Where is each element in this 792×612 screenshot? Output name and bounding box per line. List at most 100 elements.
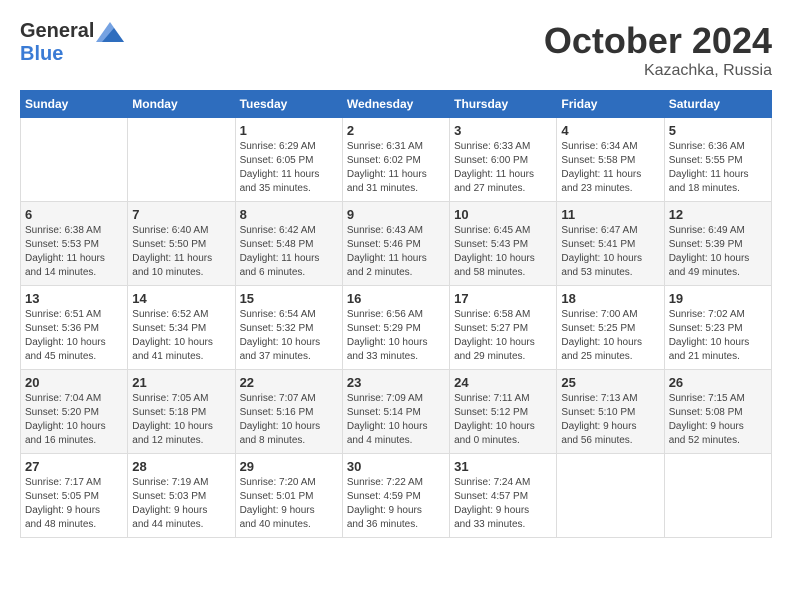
day-number: 21 bbox=[132, 375, 230, 390]
day-info: Sunrise: 7:00 AM Sunset: 5:25 PM Dayligh… bbox=[561, 308, 659, 364]
month-heading: October 2024 bbox=[544, 20, 772, 62]
calendar-week-row: 6 Sunrise: 6:38 AM Sunset: 5:53 PM Daylig… bbox=[21, 202, 772, 286]
weekday-header-row: SundayMondayTuesdayWednesdayThursdayFrid… bbox=[21, 91, 772, 118]
day-number: 7 bbox=[132, 207, 230, 222]
day-info: Sunrise: 7:22 AM Sunset: 4:59 PM Dayligh… bbox=[347, 476, 445, 532]
calendar-cell: 4 Sunrise: 6:34 AM Sunset: 5:58 PM Daylig… bbox=[557, 118, 664, 202]
day-number: 13 bbox=[25, 291, 123, 306]
calendar-week-row: 1Sunrise: 6:29 AM Sunset: 6:05 PM Daylig… bbox=[21, 118, 772, 202]
calendar-cell: 8 Sunrise: 6:42 AM Sunset: 5:48 PM Daylig… bbox=[235, 202, 342, 286]
day-number: 10 bbox=[454, 207, 552, 222]
calendar-cell: 12 Sunrise: 6:49 AM Sunset: 5:39 PM Dayli… bbox=[664, 202, 771, 286]
calendar-week-row: 27 Sunrise: 7:17 AM Sunset: 5:05 PM Dayli… bbox=[21, 454, 772, 538]
day-info: Sunrise: 6:52 AM Sunset: 5:34 PM Dayligh… bbox=[132, 308, 230, 364]
calendar-cell: 28 Sunrise: 7:19 AM Sunset: 5:03 PM Dayli… bbox=[128, 454, 235, 538]
day-info: Sunrise: 7:13 AM Sunset: 5:10 PM Dayligh… bbox=[561, 392, 659, 448]
weekday-header-tuesday: Tuesday bbox=[235, 91, 342, 118]
calendar-cell bbox=[128, 118, 235, 202]
calendar-cell: 24 Sunrise: 7:11 AM Sunset: 5:12 PM Dayli… bbox=[450, 370, 557, 454]
calendar-cell: 18 Sunrise: 7:00 AM Sunset: 5:25 PM Dayli… bbox=[557, 286, 664, 370]
calendar-cell: 19 Sunrise: 7:02 AM Sunset: 5:23 PM Dayli… bbox=[664, 286, 771, 370]
calendar-cell: 16 Sunrise: 6:56 AM Sunset: 5:29 PM Dayli… bbox=[342, 286, 449, 370]
weekday-header-wednesday: Wednesday bbox=[342, 91, 449, 118]
header: General Blue October 2024 Kazachka, Russ… bbox=[20, 20, 772, 80]
location-heading: Kazachka, Russia bbox=[544, 62, 772, 80]
day-info: Sunrise: 6:47 AM Sunset: 5:41 PM Dayligh… bbox=[561, 224, 659, 280]
day-info: Sunrise: 6:36 AM Sunset: 5:55 PM Dayligh… bbox=[669, 140, 767, 196]
calendar-cell: 5 Sunrise: 6:36 AM Sunset: 5:55 PM Daylig… bbox=[664, 118, 771, 202]
day-info: Sunrise: 6:58 AM Sunset: 5:27 PM Dayligh… bbox=[454, 308, 552, 364]
day-number: 18 bbox=[561, 291, 659, 306]
day-number: 5 bbox=[669, 123, 767, 138]
calendar-cell: 14Sunrise: 6:52 AM Sunset: 5:34 PM Dayli… bbox=[128, 286, 235, 370]
calendar-cell: 15 Sunrise: 6:54 AM Sunset: 5:32 PM Dayli… bbox=[235, 286, 342, 370]
day-info: Sunrise: 6:54 AM Sunset: 5:32 PM Dayligh… bbox=[240, 308, 338, 364]
day-info: Sunrise: 7:17 AM Sunset: 5:05 PM Dayligh… bbox=[25, 476, 123, 532]
calendar-cell: 17 Sunrise: 6:58 AM Sunset: 5:27 PM Dayli… bbox=[450, 286, 557, 370]
day-info: Sunrise: 6:51 AM Sunset: 5:36 PM Dayligh… bbox=[25, 308, 123, 364]
calendar-cell: 11 Sunrise: 6:47 AM Sunset: 5:41 PM Dayli… bbox=[557, 202, 664, 286]
day-info: Sunrise: 7:02 AM Sunset: 5:23 PM Dayligh… bbox=[669, 308, 767, 364]
day-info: Sunrise: 6:33 AM Sunset: 6:00 PM Dayligh… bbox=[454, 140, 552, 196]
day-number: 11 bbox=[561, 207, 659, 222]
day-number: 19 bbox=[669, 291, 767, 306]
calendar-cell: 6 Sunrise: 6:38 AM Sunset: 5:53 PM Daylig… bbox=[21, 202, 128, 286]
calendar-week-row: 13 Sunrise: 6:51 AM Sunset: 5:36 PM Dayli… bbox=[21, 286, 772, 370]
day-number: 15 bbox=[240, 291, 338, 306]
calendar-cell: 13 Sunrise: 6:51 AM Sunset: 5:36 PM Dayli… bbox=[21, 286, 128, 370]
day-info: Sunrise: 7:20 AM Sunset: 5:01 PM Dayligh… bbox=[240, 476, 338, 532]
calendar-cell bbox=[664, 454, 771, 538]
day-number: 26 bbox=[669, 375, 767, 390]
calendar-cell: 3 Sunrise: 6:33 AM Sunset: 6:00 PM Daylig… bbox=[450, 118, 557, 202]
calendar-cell: 30Sunrise: 7:22 AM Sunset: 4:59 PM Dayli… bbox=[342, 454, 449, 538]
month-title: October 2024 Kazachka, Russia bbox=[544, 20, 772, 80]
day-number: 12 bbox=[669, 207, 767, 222]
calendar-cell bbox=[21, 118, 128, 202]
day-info: Sunrise: 7:05 AM Sunset: 5:18 PM Dayligh… bbox=[132, 392, 230, 448]
logo-general-text: General bbox=[20, 20, 94, 43]
day-number: 3 bbox=[454, 123, 552, 138]
logo-blue-text: Blue bbox=[20, 43, 63, 66]
day-info: Sunrise: 7:15 AM Sunset: 5:08 PM Dayligh… bbox=[669, 392, 767, 448]
calendar-cell: 7Sunrise: 6:40 AM Sunset: 5:50 PM Daylig… bbox=[128, 202, 235, 286]
day-info: Sunrise: 7:09 AM Sunset: 5:14 PM Dayligh… bbox=[347, 392, 445, 448]
calendar-table: SundayMondayTuesdayWednesdayThursdayFrid… bbox=[20, 90, 772, 538]
day-info: Sunrise: 6:49 AM Sunset: 5:39 PM Dayligh… bbox=[669, 224, 767, 280]
day-number: 24 bbox=[454, 375, 552, 390]
day-number: 8 bbox=[240, 207, 338, 222]
calendar-cell: 21 Sunrise: 7:05 AM Sunset: 5:18 PM Dayli… bbox=[128, 370, 235, 454]
day-number: 22 bbox=[240, 375, 338, 390]
day-number: 4 bbox=[561, 123, 659, 138]
day-info: Sunrise: 6:56 AM Sunset: 5:29 PM Dayligh… bbox=[347, 308, 445, 364]
day-info: Sunrise: 7:07 AM Sunset: 5:16 PM Dayligh… bbox=[240, 392, 338, 448]
day-info: Sunrise: 7:19 AM Sunset: 5:03 PM Dayligh… bbox=[132, 476, 230, 532]
day-number: 28 bbox=[132, 459, 230, 474]
calendar-cell: 27 Sunrise: 7:17 AM Sunset: 5:05 PM Dayli… bbox=[21, 454, 128, 538]
day-number: 27 bbox=[25, 459, 123, 474]
calendar-cell: 22 Sunrise: 7:07 AM Sunset: 5:16 PM Dayli… bbox=[235, 370, 342, 454]
day-info: Sunrise: 6:29 AM Sunset: 6:05 PM Dayligh… bbox=[240, 140, 338, 196]
day-info: Sunrise: 6:42 AM Sunset: 5:48 PM Dayligh… bbox=[240, 224, 338, 280]
day-info: Sunrise: 7:04 AM Sunset: 5:20 PM Dayligh… bbox=[25, 392, 123, 448]
logo: General Blue bbox=[20, 20, 124, 66]
day-number: 6 bbox=[25, 207, 123, 222]
day-info: Sunrise: 6:38 AM Sunset: 5:53 PM Dayligh… bbox=[25, 224, 123, 280]
weekday-header-sunday: Sunday bbox=[21, 91, 128, 118]
day-number: 29 bbox=[240, 459, 338, 474]
day-info: Sunrise: 7:24 AM Sunset: 4:57 PM Dayligh… bbox=[454, 476, 552, 532]
weekday-header-saturday: Saturday bbox=[664, 91, 771, 118]
day-number: 2 bbox=[347, 123, 445, 138]
calendar-cell: 26 Sunrise: 7:15 AM Sunset: 5:08 PM Dayli… bbox=[664, 370, 771, 454]
day-info: Sunrise: 7:11 AM Sunset: 5:12 PM Dayligh… bbox=[454, 392, 552, 448]
calendar-cell: 25 Sunrise: 7:13 AM Sunset: 5:10 PM Dayli… bbox=[557, 370, 664, 454]
calendar-cell: 2Sunrise: 6:31 AM Sunset: 6:02 PM Daylig… bbox=[342, 118, 449, 202]
day-number: 17 bbox=[454, 291, 552, 306]
day-number: 25 bbox=[561, 375, 659, 390]
day-info: Sunrise: 6:34 AM Sunset: 5:58 PM Dayligh… bbox=[561, 140, 659, 196]
day-info: Sunrise: 6:43 AM Sunset: 5:46 PM Dayligh… bbox=[347, 224, 445, 280]
day-number: 20 bbox=[25, 375, 123, 390]
day-number: 16 bbox=[347, 291, 445, 306]
calendar-cell: 23Sunrise: 7:09 AM Sunset: 5:14 PM Dayli… bbox=[342, 370, 449, 454]
day-info: Sunrise: 6:45 AM Sunset: 5:43 PM Dayligh… bbox=[454, 224, 552, 280]
calendar-cell: 29 Sunrise: 7:20 AM Sunset: 5:01 PM Dayli… bbox=[235, 454, 342, 538]
